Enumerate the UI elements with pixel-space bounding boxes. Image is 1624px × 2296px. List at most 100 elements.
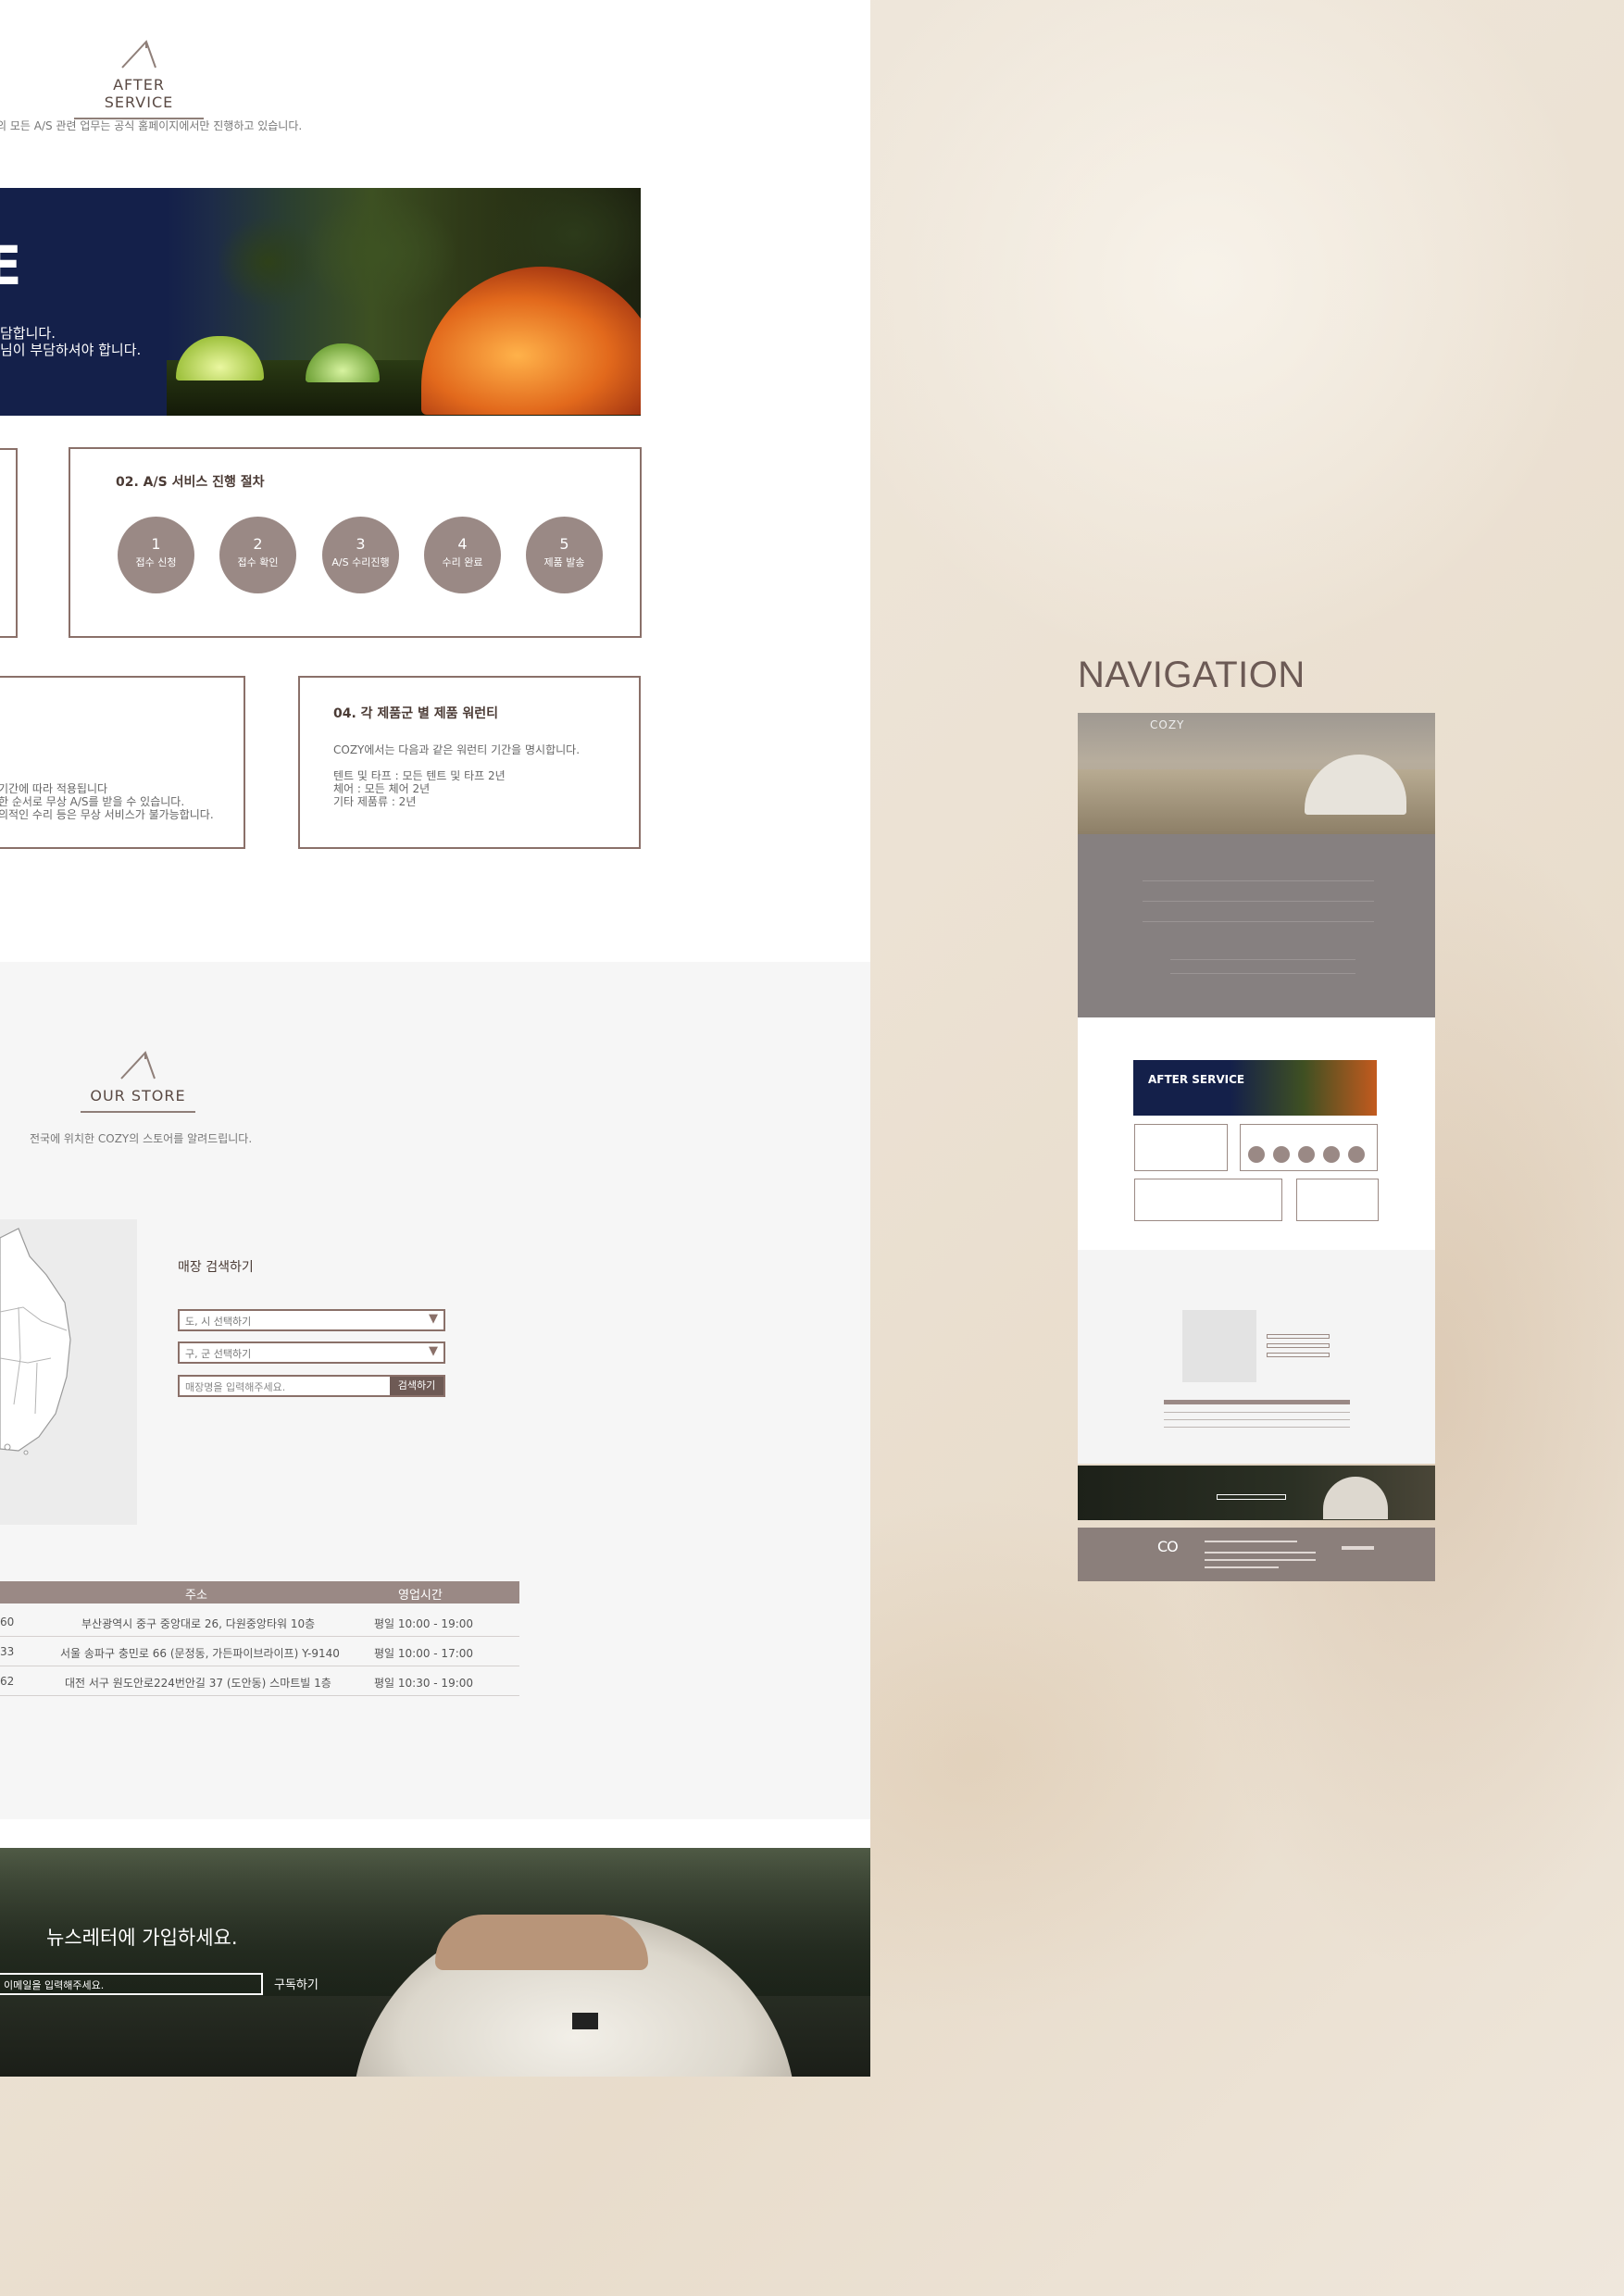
newsletter-title: 뉴스레터에 가입하세요. [46, 1927, 238, 1949]
table-row: 60 부산광역시 중구 중앙대로 26, 다원중앙타워 10층 평일 10:00… [0, 1607, 519, 1637]
thumb-line [1170, 973, 1355, 974]
our-store-title: OUR STORE [81, 1081, 195, 1113]
warranty-line-3: 기타 제품류 : 2년 [333, 795, 417, 808]
thumb-line [1143, 901, 1374, 902]
step-number: 2 [253, 535, 263, 553]
thumb-line [1170, 959, 1355, 960]
thumb-overlay-section [1078, 834, 1435, 1017]
newsletter-email-placeholder: 이메일을 입력해주세요. [4, 1979, 105, 1991]
thumb-step [1323, 1146, 1340, 1163]
after-service-heading: AFTER SERVICE [74, 39, 204, 119]
thumb-map [1182, 1310, 1256, 1382]
thumb-store-section [1078, 1250, 1435, 1464]
thumb-step [1273, 1146, 1290, 1163]
thumb-line [1164, 1412, 1350, 1413]
thumb-hero-tent [1305, 755, 1406, 815]
process-step-1: 1 접수 신청 [118, 517, 194, 593]
newsletter-tent-rainfly [435, 1915, 648, 1970]
process-step-2: 2 접수 확인 [219, 517, 296, 593]
step-label: 제품 발송 [543, 556, 585, 568]
thumb-step [1348, 1146, 1365, 1163]
process-step-4: 4 수리 완료 [424, 517, 501, 593]
banner-heading-fragment: E [0, 234, 22, 297]
step-number: 4 [457, 535, 468, 553]
store-search-button[interactable]: 검색하기 [390, 1377, 443, 1395]
step-label: 접수 확인 [237, 556, 279, 568]
thumb-line [1143, 921, 1374, 922]
thumb-footer-menu [1205, 1541, 1297, 1542]
thumb-footer-text [1205, 1559, 1316, 1561]
thumb-box [1296, 1179, 1379, 1221]
warranty-intro: COZY에서는 다음과 같은 워런티 기간을 명시합니다. [333, 743, 581, 756]
chevron-down-icon: ▼ [429, 1312, 438, 1326]
as-box-03-line-3: 의적인 수리 등은 무상 서비스가 불가능합니다. [0, 808, 214, 821]
korea-map [0, 1219, 137, 1525]
thumb-footer-text [1205, 1566, 1279, 1568]
district-select-label: 구, 군 선택하기 [185, 1348, 252, 1360]
navigation-title: NAVIGATION [1078, 655, 1305, 695]
warranty-title: 04. 각 제품군 별 제품 워런티 [333, 706, 498, 721]
step-number: 5 [559, 535, 569, 553]
column-header-address: 주소 [185, 1589, 207, 1603]
thumb-step [1248, 1146, 1265, 1163]
cell-hours: 평일 10:30 - 19:00 [374, 1677, 474, 1690]
step-number: 3 [356, 535, 366, 553]
cell-phone: 60 [0, 1616, 15, 1628]
newsletter-banner [0, 1848, 870, 2077]
cell-phone: 33 [0, 1645, 15, 1658]
cell-phone: 62 [0, 1675, 15, 1688]
thumb-logo: COZY [1150, 718, 1185, 731]
thumb-box [1134, 1179, 1282, 1221]
tent-window [572, 2013, 598, 2029]
thumb-box [1134, 1124, 1228, 1171]
thumb-line [1164, 1427, 1350, 1428]
step-label: A/S 수리진행 [331, 556, 390, 568]
table-row: 62 대전 서구 원도안로224번안길 37 (도안동) 스마트빌 1층 평일 … [0, 1666, 519, 1696]
process-step-5: 5 제품 발송 [526, 517, 603, 593]
chevron-down-icon: ▼ [429, 1344, 438, 1358]
thumb-footer-logo: CO [1157, 1538, 1179, 1555]
thumb-newsletter-tent [1323, 1477, 1388, 1519]
store-search-placeholder: 매장명을 입력해주세요. [185, 1381, 286, 1393]
navigation-thumbnail[interactable]: COZY AFTER SERVICE CO [1078, 713, 1435, 1581]
newsletter-email-input[interactable]: 이메일을 입력해주세요. [0, 1973, 263, 1995]
page-mockup: AFTER SERVICE 의 모든 A/S 관련 업무는 공식 홈페이지에서만… [0, 0, 870, 2077]
as-box-03 [0, 676, 245, 849]
cell-hours: 평일 10:00 - 17:00 [374, 1647, 474, 1660]
korea-map-icon [0, 1228, 71, 1455]
province-select-label: 도, 시 선택하기 [185, 1316, 252, 1328]
table-row: 33 서울 송파구 충민로 66 (문정동, 가든파이브라이프) Y-9140 … [0, 1637, 519, 1666]
thumb-newsletter [1078, 1466, 1435, 1520]
thumb-select [1267, 1353, 1330, 1357]
step-number: 1 [151, 535, 161, 553]
as-box-01 [0, 448, 18, 638]
after-service-banner: E 담합니다. 님이 부담하셔야 합니다. [0, 188, 641, 416]
newsletter-subscribe-button[interactable]: 구독하기 [274, 1975, 319, 1992]
thumb-step [1298, 1146, 1315, 1163]
our-store-heading: OUR STORE [78, 1050, 198, 1113]
thumb-line [1143, 880, 1374, 881]
our-store-subtitle: 전국에 위치한 COZY의 스토어를 알려드립니다. [30, 1132, 253, 1145]
column-header-hours: 영업시간 [398, 1589, 443, 1603]
cell-hours: 평일 10:00 - 19:00 [374, 1617, 474, 1630]
cell-address: 대전 서구 원도안로224번안길 37 (도안동) 스마트빌 1층 [65, 1677, 331, 1690]
step-label: 수리 완료 [442, 556, 483, 568]
roof-icon [121, 40, 156, 69]
store-search-title: 매장 검색하기 [178, 1260, 254, 1275]
thumb-newsletter-input [1217, 1494, 1286, 1500]
cell-address: 부산광역시 중구 중앙대로 26, 다원중앙타워 10층 [81, 1617, 316, 1630]
thumb-hero: COZY [1078, 713, 1435, 834]
store-search-field[interactable]: 매장명을 입력해주세요. 검색하기 [178, 1375, 445, 1397]
cell-address: 서울 송파구 충민로 66 (문정동, 가든파이브라이프) Y-9140 [60, 1647, 340, 1660]
thumb-after-service-banner: AFTER SERVICE [1133, 1060, 1377, 1116]
province-select[interactable]: 도, 시 선택하기 ▼ [178, 1309, 445, 1331]
step-label: 접수 신청 [135, 556, 177, 568]
process-step-3: 3 A/S 수리진행 [322, 517, 399, 593]
warranty-box [298, 676, 641, 849]
thumb-table-header [1164, 1400, 1350, 1404]
district-select[interactable]: 구, 군 선택하기 ▼ [178, 1341, 445, 1364]
after-service-subtitle: 의 모든 A/S 관련 업무는 공식 홈페이지에서만 진행하고 있습니다. [0, 119, 303, 132]
thumb-select [1267, 1334, 1330, 1339]
banner-text-line-2: 님이 부담하셔야 합니다. [0, 342, 142, 358]
thumb-after-service-label: AFTER SERVICE [1148, 1073, 1245, 1086]
